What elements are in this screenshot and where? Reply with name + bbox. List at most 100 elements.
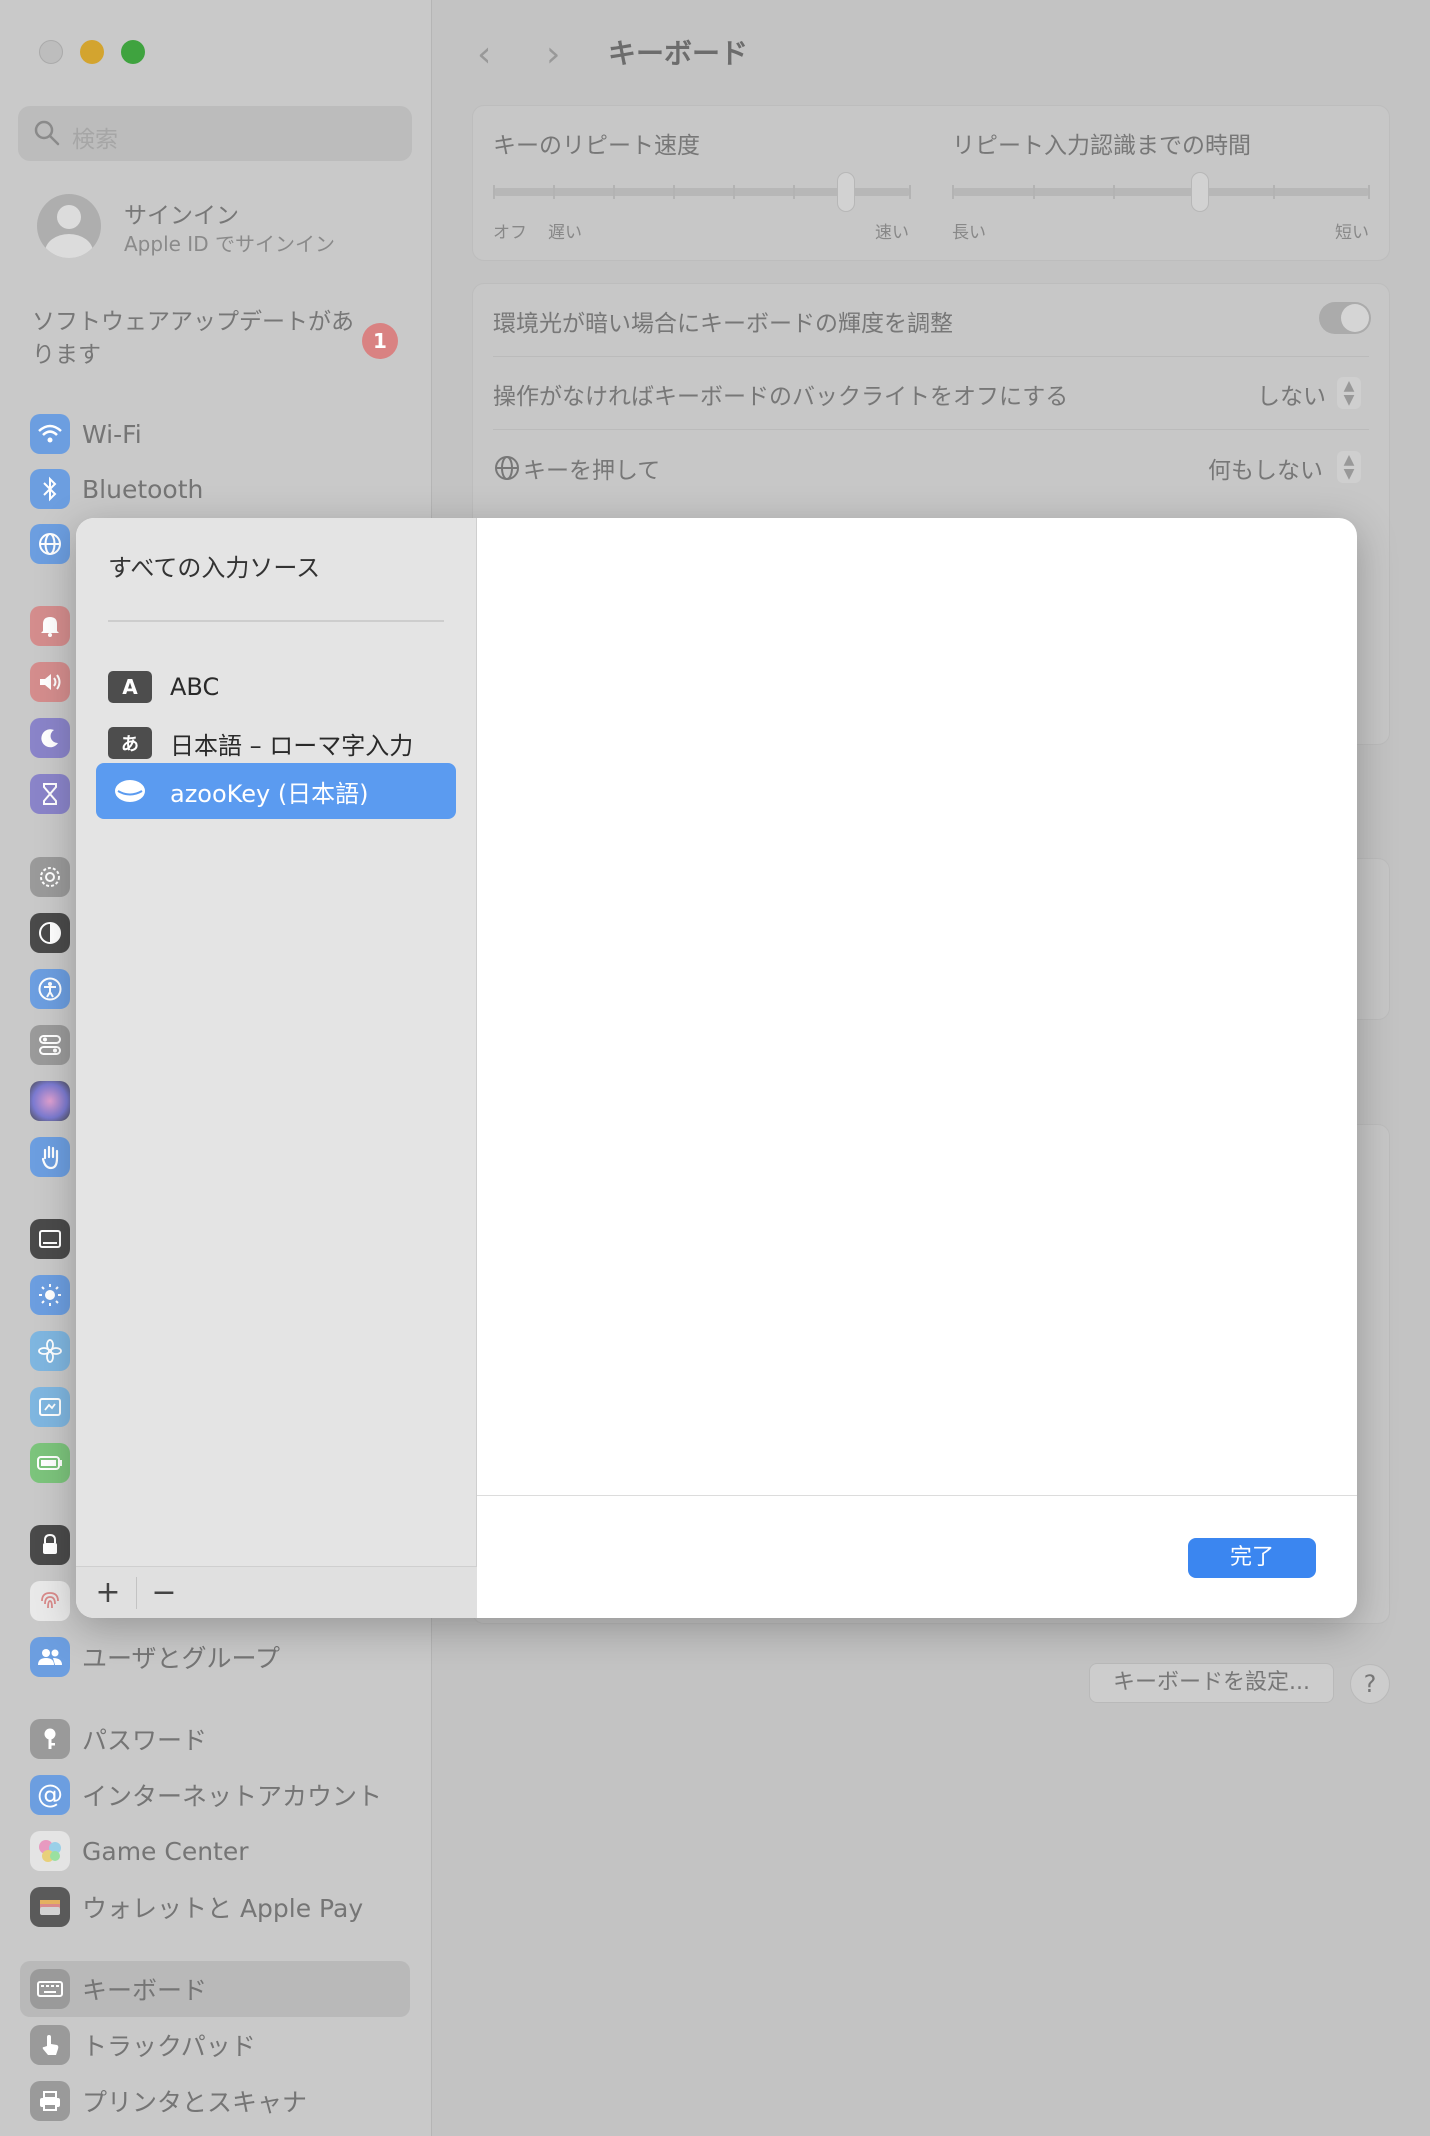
maximize-window-button[interactable] bbox=[121, 40, 145, 64]
moon-icon bbox=[30, 718, 70, 758]
sheet-footer-divider bbox=[477, 1495, 1357, 1496]
accessibility-icon bbox=[30, 969, 70, 1009]
sidebar-item-printers[interactable]: プリンタとスキャナ bbox=[30, 2081, 307, 2121]
sidebar-item-users-groups[interactable]: ユーザとグループ bbox=[30, 1637, 280, 1677]
repeat-delay-slider[interactable] bbox=[952, 188, 1370, 196]
sidebar-item-game-center[interactable]: Game Center bbox=[30, 1831, 249, 1871]
backlight-stepper[interactable]: ▲ ▼ bbox=[1337, 377, 1361, 409]
sidebar-item-battery[interactable] bbox=[30, 1443, 70, 1483]
key-repeat-group: キーのリピート速度 リピート入力認識までの時間 オフ 遅い 速い 長い 短い bbox=[472, 105, 1390, 261]
slider-caption-short: 短い bbox=[1335, 223, 1369, 243]
sidebar-item-focus[interactable] bbox=[30, 718, 70, 758]
sidebar-item-wallet[interactable]: ウォレットと Apple Pay bbox=[30, 1887, 363, 1927]
sidebar-item-sound[interactable] bbox=[30, 662, 70, 702]
bluetooth-icon bbox=[30, 469, 70, 509]
search-field[interactable]: 検索 bbox=[18, 106, 412, 161]
repeat-delay-label: リピート入力認識までの時間 bbox=[952, 133, 1251, 159]
software-update-item[interactable]: ソフトウェアアップデートがあります bbox=[32, 306, 362, 372]
sidebar-item-label: Game Center bbox=[82, 1836, 249, 1866]
trackpad-icon bbox=[30, 2025, 70, 2065]
add-input-source-button[interactable]: + bbox=[88, 1573, 128, 1613]
search-placeholder: 検索 bbox=[72, 127, 118, 153]
sidebar-item-screensaver[interactable] bbox=[30, 1387, 70, 1427]
key-icon bbox=[30, 1719, 70, 1759]
help-button[interactable]: ? bbox=[1350, 1664, 1390, 1704]
flower-icon bbox=[30, 1331, 70, 1371]
input-source-abc[interactable]: A ABC bbox=[96, 659, 456, 715]
sidebar-item-internet-accounts[interactable]: @ インターネットアカウント bbox=[30, 1775, 382, 1815]
slider-caption-slow: 遅い bbox=[548, 223, 582, 243]
globe-key-value[interactable]: 何もしない bbox=[1208, 451, 1323, 485]
brightness-label: 環境光が暗い場合にキーボードの輝度を調整 bbox=[493, 311, 953, 337]
sidebar-item-label: プリンタとスキャナ bbox=[82, 2088, 308, 2117]
sidebar-item-siri[interactable] bbox=[30, 1081, 70, 1121]
minimize-window-button[interactable] bbox=[80, 40, 104, 64]
sidebar-item-passwords[interactable]: パスワード bbox=[30, 1719, 207, 1759]
update-badge: 1 bbox=[362, 323, 398, 359]
wifi-icon bbox=[30, 414, 70, 454]
globe-key-stepper[interactable]: ▲ ▼ bbox=[1337, 451, 1361, 483]
forward-chevron-icon[interactable]: › bbox=[546, 34, 560, 75]
sidebar-item-wifi[interactable]: Wi-Fi bbox=[30, 414, 142, 454]
sidebar-item-label: ウォレットと Apple Pay bbox=[82, 1894, 364, 1923]
game-center-icon bbox=[30, 1831, 70, 1871]
sidebar-item-touch-id[interactable] bbox=[30, 1581, 70, 1621]
done-button[interactable]: 完了 bbox=[1188, 1538, 1316, 1578]
printer-icon bbox=[30, 2081, 70, 2121]
sidebar-item-displays[interactable] bbox=[30, 1275, 70, 1315]
sidebar-item-privacy[interactable] bbox=[30, 1137, 70, 1177]
hand-icon bbox=[30, 1137, 70, 1177]
brightness-toggle[interactable] bbox=[1319, 302, 1371, 334]
footer-separator bbox=[136, 1577, 137, 1609]
siri-icon bbox=[30, 1081, 70, 1121]
divider bbox=[108, 620, 444, 622]
sidebar-item-label: インターネットアカウント bbox=[82, 1782, 383, 1811]
bell-icon bbox=[30, 606, 70, 646]
slider-caption-fast: 速い bbox=[875, 223, 909, 243]
azookey-icon bbox=[108, 775, 152, 807]
sidebar-item-network[interactable] bbox=[30, 524, 70, 564]
control-center-icon bbox=[30, 1025, 70, 1065]
sidebar-item-label: ユーザとグループ bbox=[82, 1644, 281, 1673]
kana-input-icon: あ bbox=[108, 727, 152, 759]
lock-icon bbox=[30, 1525, 70, 1565]
input-source-label: 日本語 – ローマ字入力 bbox=[170, 731, 414, 760]
sidebar-item-label: キーボード bbox=[82, 1976, 208, 2005]
sidebar-item-label: Wi-Fi bbox=[82, 419, 142, 449]
back-chevron-icon[interactable]: ‹ bbox=[477, 34, 491, 75]
key-repeat-label: キーのリピート速度 bbox=[493, 133, 700, 159]
keyboard-setup-button[interactable]: キーボードを設定... bbox=[1089, 1663, 1334, 1703]
repeat-delay-knob[interactable] bbox=[1191, 172, 1209, 212]
screensaver-icon bbox=[30, 1387, 70, 1427]
abc-input-icon: A bbox=[108, 671, 152, 703]
input-sources-sheet: すべての入力ソース A ABC あ 日本語 – ローマ字入力 azooKey (… bbox=[76, 518, 1357, 1618]
sidebar-item-general[interactable] bbox=[30, 857, 70, 897]
wallet-icon bbox=[30, 1887, 70, 1927]
sidebar-item-appearance[interactable] bbox=[30, 913, 70, 953]
globe-icon bbox=[495, 456, 519, 480]
sidebar-item-label: Bluetooth bbox=[82, 474, 204, 504]
sidebar-item-wallpaper[interactable] bbox=[30, 1331, 70, 1371]
sidebar-item-keyboard[interactable]: キーボード bbox=[30, 1969, 207, 2009]
dock-icon bbox=[30, 1219, 70, 1259]
sidebar-item-lock-screen[interactable] bbox=[30, 1525, 70, 1565]
sidebar-item-control-center[interactable] bbox=[30, 1025, 70, 1065]
sidebar-item-notifications[interactable] bbox=[30, 606, 70, 646]
sidebar-item-accessibility[interactable] bbox=[30, 969, 70, 1009]
sidebar-item-trackpad[interactable]: トラックパッド bbox=[30, 2025, 256, 2065]
slider-caption-long: 長い bbox=[952, 223, 986, 243]
sidebar-item-desktop-dock[interactable] bbox=[30, 1219, 70, 1259]
key-repeat-knob[interactable] bbox=[837, 172, 855, 212]
account-subtitle: Apple ID でサインイン bbox=[124, 232, 335, 256]
account-name: サインイン bbox=[124, 203, 239, 229]
globe-network-icon bbox=[30, 524, 70, 564]
input-source-label: ABC bbox=[170, 673, 220, 701]
all-input-sources-heading[interactable]: すべての入力ソース bbox=[108, 548, 320, 583]
close-window-button[interactable] bbox=[39, 40, 63, 64]
input-source-azookey[interactable]: azooKey (日本語) bbox=[96, 763, 456, 819]
sidebar-item-screen-time[interactable] bbox=[30, 774, 70, 814]
sidebar-item-bluetooth[interactable]: Bluetooth bbox=[30, 469, 203, 509]
backlight-value[interactable]: しない bbox=[1257, 377, 1326, 411]
remove-input-source-button[interactable]: − bbox=[144, 1573, 184, 1613]
page-title: キーボード bbox=[608, 37, 749, 70]
